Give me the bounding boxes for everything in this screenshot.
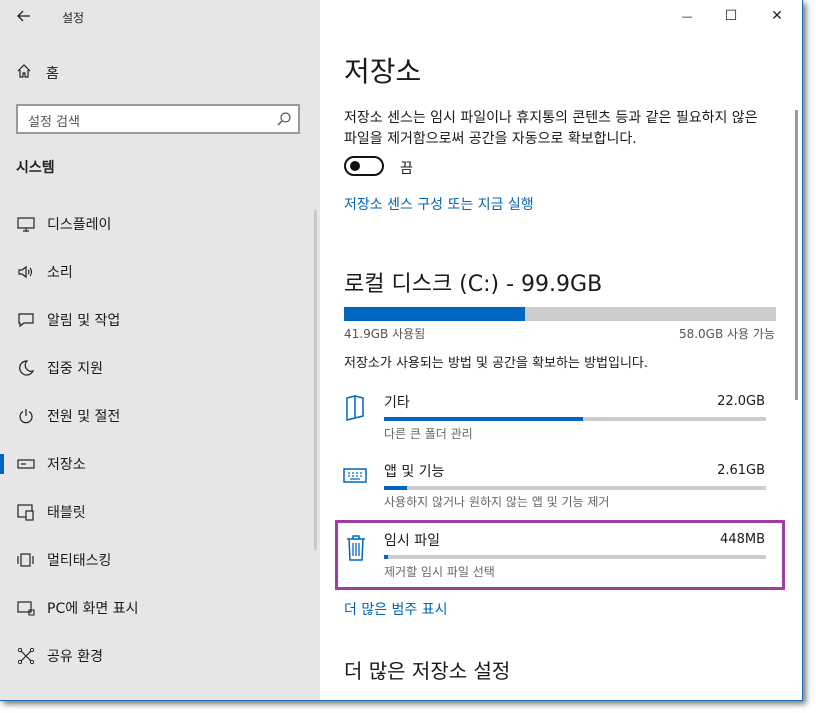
sidebar-item-storage[interactable]: 저장소 [0,444,320,484]
more-storage-settings-title: 더 많은 저장소 설정 [344,659,511,683]
moon-icon [16,358,36,378]
search-icon[interactable] [276,111,292,131]
sidebar-item-focus-assist[interactable]: 집중 지원 [0,348,320,388]
storage-sense-toggle[interactable] [344,156,384,176]
main-content: 저장소 저장소 센스는 임시 파일이나 휴지통의 콘텐츠 등과 같은 필요하지 … [320,0,802,700]
sidebar-item-shared-experiences[interactable]: 공유 환경 [0,636,320,676]
category-name: 앱 및 기능 [384,464,445,480]
category-usage-bar [384,486,766,490]
category-size: 22.0GB [717,394,765,409]
keyboard-icon [342,466,368,490]
storage-sense-state-label: 끔 [400,161,413,177]
sidebar: 홈 설정 검색 시스템 디스플레이 소리 알림 및 작업 집중 지원 전원 및 [0,0,320,700]
sidebar-item-project[interactable]: PC에 화면 표시 [0,588,320,628]
main-scrollbar[interactable] [795,110,798,400]
drive-usage-fill [344,307,526,321]
storage-sense-description: 저장소 센스는 임시 파일이나 휴지통의 콘텐츠 등과 같은 필요하지 않은 파… [344,110,758,147]
category-usage-fill [384,486,407,490]
usage-caption: 저장소가 사용되는 방법 및 공간을 확보하는 방법입니다. [344,356,649,371]
sidebar-item-label: 집중 지원 [47,361,103,377]
category-size: 2.61GB [717,463,765,478]
settings-window: 홈 설정 검색 시스템 디스플레이 소리 알림 및 작업 집중 지원 전원 및 [0,0,803,701]
trash-icon [345,534,367,566]
multitasking-icon [16,550,36,570]
home-nav-item[interactable]: 홈 [16,62,59,84]
category-subtitle: 사용하지 않거나 원하지 않는 앱 및 기능 제거 [384,495,610,509]
drive-used-label: 41.9GB 사용됨 [344,327,426,341]
category-name: 기타 [384,395,410,411]
page-title: 저장소 [344,55,422,88]
category-subtitle: 제거할 임시 파일 선택 [384,565,495,579]
category-name: 임시 파일 [384,533,440,549]
sidebar-item-label: 전원 및 절전 [47,409,121,425]
sidebar-item-label: 소리 [47,265,73,281]
back-arrow-icon [17,10,30,22]
app-title: 설정 [62,11,85,25]
category-size: 448MB [720,532,765,547]
drive-free-label: 58.0GB 사용 가능 [678,327,775,341]
folder-icon [344,394,366,426]
project-icon [16,598,36,618]
category-usage-bar [384,555,766,559]
sidebar-item-label: 디스플레이 [47,217,112,233]
sidebar-item-display[interactable]: 디스플레이 [0,204,320,244]
system-section-title: 시스템 [16,160,55,176]
show-more-categories-link[interactable]: 더 많은 범주 표시 [344,599,448,619]
sidebar-scrollbar[interactable] [314,210,317,550]
sidebar-item-label: 공유 환경 [47,649,103,665]
drive-title: 로컬 디스크 (C:) - 99.9GB [344,272,603,297]
sidebar-item-sound[interactable]: 소리 [0,252,320,292]
storage-icon [16,454,36,474]
sidebar-item-label: 멀티태스킹 [47,553,112,569]
speaker-icon [16,262,36,282]
search-placeholder: 설정 검색 [28,115,80,130]
category-usage-bar [384,417,766,421]
shared-experience-icon [16,646,36,666]
sidebar-item-label: PC에 화면 표시 [47,601,139,617]
settings-search-input[interactable]: 설정 검색 [16,104,300,134]
sidebar-item-power[interactable]: 전원 및 절전 [0,396,320,436]
sidebar-item-notifications[interactable]: 알림 및 작업 [0,300,320,340]
power-icon [16,406,36,426]
back-button[interactable] [10,4,38,30]
category-usage-fill [384,417,583,421]
monitor-icon [16,214,36,234]
sidebar-item-multitasking[interactable]: 멀티태스킹 [0,540,320,580]
tablet-icon [16,502,36,522]
toggle-knob [350,161,360,171]
notification-icon [16,310,36,330]
sidebar-item-label: 알림 및 작업 [47,313,121,329]
sidebar-item-label: 태블릿 [47,505,86,521]
configure-storage-sense-link[interactable]: 저장소 센스 구성 또는 지금 실행 [344,194,534,214]
sidebar-item-tablet[interactable]: 태블릿 [0,492,320,532]
drive-usage-bar [344,307,776,321]
home-icon [16,63,32,83]
home-label: 홈 [46,66,59,82]
category-subtitle: 다른 큰 폴더 관리 [384,427,473,441]
sidebar-item-label: 저장소 [47,457,86,473]
category-usage-fill [384,555,388,559]
